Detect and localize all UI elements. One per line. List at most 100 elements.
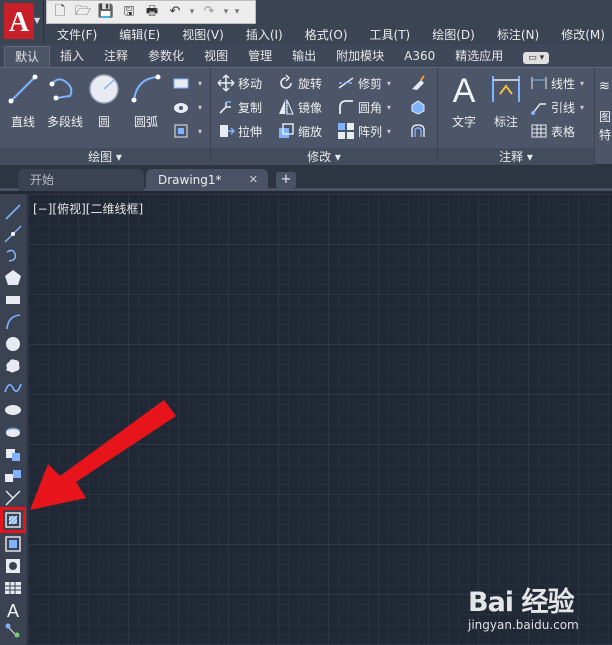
revision-cloud-tool[interactable] xyxy=(3,356,23,376)
dimension-button[interactable]: 标注 xyxy=(486,72,526,130)
spline-tool[interactable] xyxy=(3,378,23,398)
linear-dropdown-icon[interactable]: ▾ xyxy=(580,79,584,88)
layer-properties-icon[interactable]: ≋ xyxy=(599,76,610,96)
boundary-button[interactable]: ▾ xyxy=(172,121,202,141)
rectangle-dropdown-icon[interactable]: ▾ xyxy=(198,79,202,88)
save-as-icon[interactable]: 🖫 xyxy=(120,3,138,21)
polyline-button[interactable]: 多段线 xyxy=(43,72,87,130)
circle-button[interactable]: 圆 xyxy=(84,72,124,130)
redo-icon[interactable]: ↷ xyxy=(200,3,218,21)
modify-panel-title[interactable]: 修改 ▾ xyxy=(211,148,437,166)
move-button[interactable]: 移动 xyxy=(217,73,262,93)
polyline-tool[interactable] xyxy=(3,246,23,266)
add-selected-tool[interactable] xyxy=(3,620,23,640)
tab-parametric[interactable]: 参数化 xyxy=(138,46,194,67)
table-button[interactable]: 表格 xyxy=(530,121,575,141)
line-tool[interactable] xyxy=(3,202,23,222)
tab-featured-apps[interactable]: 精选应用 xyxy=(445,46,513,67)
arc-button[interactable]: 圆弧 xyxy=(126,72,166,130)
arc-icon xyxy=(131,74,161,103)
tab-output[interactable]: 输出 xyxy=(282,46,326,67)
ellipse-tool[interactable] xyxy=(3,400,23,420)
rectangle-tool[interactable] xyxy=(3,290,23,310)
make-block-tool[interactable] xyxy=(3,466,23,486)
fillet-button[interactable]: 圆角 ▾ xyxy=(337,97,391,117)
tab-insert[interactable]: 插入 xyxy=(50,46,94,67)
print-icon[interactable]: 🖶 xyxy=(143,3,161,21)
draw-panel-title[interactable]: 绘图 ▾ xyxy=(0,148,210,166)
gradient-tool[interactable] xyxy=(3,534,23,554)
arc-tool[interactable] xyxy=(3,312,23,332)
insert-block-tool[interactable] xyxy=(3,444,23,464)
viewport-controls[interactable]: [−][俯视][二维线框] xyxy=(33,200,143,217)
mirror-button[interactable]: 镜像 xyxy=(277,97,322,117)
polygon-tool[interactable] xyxy=(3,268,23,288)
eraser-icon xyxy=(409,74,427,92)
menu-edit[interactable]: 编辑(E) xyxy=(108,26,171,44)
menu-dimension[interactable]: 标注(N) xyxy=(486,26,550,44)
tab-a360[interactable]: A360 xyxy=(394,46,445,67)
new-tab-button[interactable]: + xyxy=(276,172,296,188)
explode-button[interactable] xyxy=(409,97,430,117)
tab-annotate[interactable]: 注释 xyxy=(94,46,138,67)
table-tool[interactable] xyxy=(3,578,23,598)
hatch-tool[interactable] xyxy=(0,507,26,533)
close-tab-icon[interactable]: ✕ xyxy=(249,169,258,191)
menu-draw[interactable]: 绘图(D) xyxy=(421,26,486,44)
undo-icon[interactable]: ↶ xyxy=(166,3,184,21)
redo-dropdown-icon[interactable]: ▾ xyxy=(223,3,229,21)
text-button[interactable]: A 文字 xyxy=(444,72,484,130)
undo-dropdown-icon[interactable]: ▾ xyxy=(189,3,195,21)
leader-button[interactable]: 引线 ▾ xyxy=(530,97,584,117)
fillet-dropdown-icon[interactable]: ▾ xyxy=(387,103,391,112)
rotate-button[interactable]: 旋转 xyxy=(277,73,322,93)
region-tool[interactable] xyxy=(3,556,23,576)
tab-manage[interactable]: 管理 xyxy=(238,46,282,67)
tab-addins[interactable]: 附加模块 xyxy=(326,46,394,67)
customize-qat-icon[interactable]: ▾ xyxy=(234,3,240,21)
menu-insert[interactable]: 插入(I) xyxy=(235,26,294,44)
copy-button[interactable]: 复制 xyxy=(217,97,262,117)
layer-partial-label-2: 特 xyxy=(599,127,612,142)
tab-default[interactable]: 默认 xyxy=(4,46,51,67)
tab-drawing1[interactable]: Drawing1* ✕ xyxy=(146,169,268,191)
ribbon-minimize-toggle[interactable]: ▭ ▾ xyxy=(513,46,559,67)
mtext-tool[interactable]: A xyxy=(3,600,23,621)
new-file-icon[interactable]: 🗋 xyxy=(51,3,69,21)
application-menu-button[interactable]: A ▼ xyxy=(0,0,44,44)
ellipse-arc-tool[interactable] xyxy=(3,422,23,442)
trim-dropdown-icon[interactable]: ▾ xyxy=(387,79,391,88)
open-file-icon[interactable]: 🗁 xyxy=(74,3,92,21)
menu-modify[interactable]: 修改(M) xyxy=(550,26,612,44)
array-dropdown-icon[interactable]: ▾ xyxy=(387,127,391,136)
menu-tools[interactable]: 工具(T) xyxy=(359,26,422,44)
annotation-panel-title[interactable]: 注释 ▾ xyxy=(438,148,594,166)
circle-label: 圆 xyxy=(97,115,110,129)
rectangle-button[interactable]: ▾ xyxy=(172,73,202,93)
hatch-dropdown-icon[interactable]: ▾ xyxy=(198,103,202,112)
menu-view[interactable]: 视图(V) xyxy=(171,26,235,44)
construction-line-tool[interactable] xyxy=(3,224,23,244)
tab-start[interactable]: 开始 xyxy=(18,169,144,191)
stretch-button[interactable]: 拉伸 xyxy=(217,121,262,141)
linear-button[interactable]: 线性 ▾ xyxy=(530,73,584,93)
menu-format[interactable]: 格式(O) xyxy=(294,26,359,44)
leader-dropdown-icon[interactable]: ▾ xyxy=(580,103,584,112)
array-button[interactable]: 阵列 ▾ xyxy=(337,121,391,141)
offset-button[interactable] xyxy=(409,121,430,141)
tab-view[interactable]: 视图 xyxy=(194,46,238,67)
hatch-button[interactable]: ▾ xyxy=(172,97,202,117)
quick-access-toolbar: 🗋 🗁 💾 🖫 🖶 ↶ ▾ ↷ ▾ ▾ xyxy=(46,0,256,24)
erase-button[interactable] xyxy=(409,73,430,93)
point-tool[interactable] xyxy=(3,488,23,508)
modify-panel: 移动 旋转 修剪 ▾ 复制 镜像 圆角 ▾ 拉伸 缩放 阵列 ▾ 修改 ▾ xyxy=(211,68,438,166)
move-icon xyxy=(217,74,235,92)
scale-button[interactable]: 缩放 xyxy=(277,121,322,141)
circle-tool[interactable] xyxy=(3,334,23,354)
polyline-label: 多段线 xyxy=(46,115,83,129)
save-icon[interactable]: 💾 xyxy=(97,3,115,21)
boundary-dropdown-icon[interactable]: ▾ xyxy=(198,127,202,136)
line-button[interactable]: 直线 xyxy=(3,72,43,130)
menu-file[interactable]: 文件(F) xyxy=(46,26,108,44)
trim-button[interactable]: 修剪 ▾ xyxy=(337,73,391,93)
